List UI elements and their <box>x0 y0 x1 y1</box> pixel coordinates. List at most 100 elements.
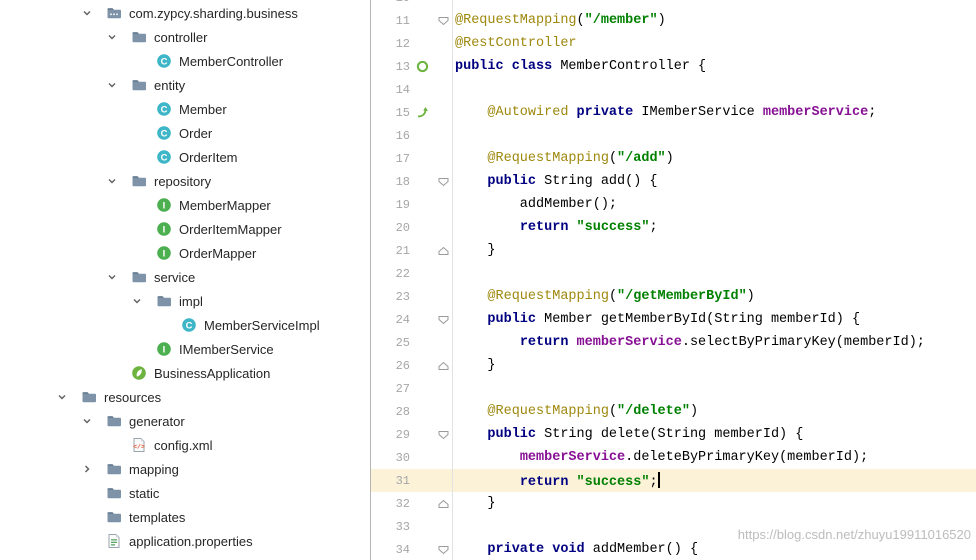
code-line-29[interactable]: 29 public String delete(String memberId)… <box>371 423 976 446</box>
chevron-down-icon[interactable] <box>56 391 81 403</box>
tree-item-businessapplication[interactable]: BusinessApplication <box>0 361 370 385</box>
tree-item-orderitem[interactable]: C OrderItem <box>0 145 370 169</box>
line-number: 22 <box>395 266 410 281</box>
code-line-11[interactable]: 11 @RequestMapping("/member") <box>371 9 976 32</box>
code-line-25[interactable]: 25 return memberService.selectByPrimaryK… <box>371 331 976 354</box>
tree-item-member[interactable]: C Member <box>0 97 370 121</box>
tree-item-entity[interactable]: entity <box>0 73 370 97</box>
chevron-right-icon[interactable] <box>81 463 106 475</box>
tree-item-resources[interactable]: resources <box>0 385 370 409</box>
spring-autowired-icon[interactable] <box>410 106 434 119</box>
tree-item-application-properties[interactable]: application.properties <box>0 529 370 553</box>
code-line-13[interactable]: 13 public class MemberController { <box>371 55 976 78</box>
class-icon: C <box>156 125 174 141</box>
chevron-down-icon[interactable] <box>106 31 131 43</box>
code-line-24[interactable]: 24 public Member getMemberById(String me… <box>371 308 976 331</box>
chevron-down-icon[interactable] <box>81 415 106 427</box>
tree-item-membercontroller[interactable]: C MemberController <box>0 49 370 73</box>
code-line-16[interactable]: 16 <box>371 124 976 147</box>
tree-item-label: impl <box>179 293 203 309</box>
tree-item-label: Order <box>179 125 213 141</box>
chevron-down-icon[interactable] <box>106 79 131 91</box>
tree-item-label: resources <box>104 389 162 405</box>
tree-item-label: OrderMapper <box>179 245 257 261</box>
chevron-down-icon[interactable] <box>106 175 131 187</box>
code-line-15[interactable]: 15 @Autowired private IMemberService mem… <box>371 101 976 124</box>
code-line-19[interactable]: 19 addMember(); <box>371 193 976 216</box>
folder-icon <box>106 461 124 477</box>
code-line-30[interactable]: 30 memberService.deleteByPrimaryKey(memb… <box>371 446 976 469</box>
fold-up-icon[interactable] <box>434 499 452 509</box>
code-line-10[interactable]: 10 <box>371 0 976 9</box>
svg-text:</>: </> <box>133 444 145 451</box>
code-line-18[interactable]: 18 public String add() { <box>371 170 976 193</box>
fold-up-icon[interactable] <box>434 361 452 371</box>
chevron-down-icon[interactable] <box>131 295 156 307</box>
code-line-31[interactable]: 31 return "success"; <box>371 469 976 492</box>
interface-icon: I <box>156 341 174 357</box>
line-number: 14 <box>395 82 410 97</box>
code-line-21[interactable]: 21 } <box>371 239 976 262</box>
fold-up-icon[interactable] <box>434 246 452 256</box>
code-text: memberService.deleteByPrimaryKey(memberI… <box>519 450 869 465</box>
tree-item-templates[interactable]: templates <box>0 505 370 529</box>
svg-text:I: I <box>163 248 166 259</box>
chevron-down-icon[interactable] <box>81 7 106 19</box>
svg-text:C: C <box>161 56 168 67</box>
svg-text:C: C <box>186 320 193 331</box>
gutter-divider <box>452 0 453 560</box>
tree-item-order[interactable]: C Order <box>0 121 370 145</box>
fold-down-icon[interactable] <box>434 545 452 555</box>
code-line-17[interactable]: 17 @RequestMapping("/add") <box>371 147 976 170</box>
tree-item-partial[interactable] <box>0 553 370 560</box>
code-text: public String add() { <box>487 174 658 189</box>
line-number: 15 <box>395 105 410 120</box>
spring-bean-icon[interactable] <box>410 60 434 73</box>
tree-item-label: templates <box>129 509 186 525</box>
code-line-22[interactable]: 22 <box>371 262 976 285</box>
tree-item-label: controller <box>154 29 208 45</box>
fold-down-icon[interactable] <box>434 177 452 187</box>
tree-item-label: MemberMapper <box>179 197 271 213</box>
line-number: 10 <box>371 0 410 5</box>
tree-item-controller[interactable]: controller <box>0 25 370 49</box>
tree-item-mapping[interactable]: mapping <box>0 457 370 481</box>
tree-item-repository[interactable]: repository <box>0 169 370 193</box>
code-text: return "success"; <box>519 220 658 235</box>
tree-item-generator[interactable]: generator <box>0 409 370 433</box>
class-icon: C <box>156 53 174 69</box>
tree-item-ordermapper[interactable]: I OrderMapper <box>0 241 370 265</box>
line-number: 33 <box>395 519 410 534</box>
chevron-down-icon[interactable] <box>106 271 131 283</box>
code-line-27[interactable]: 27 <box>371 377 976 400</box>
tree-item-config-xml[interactable]: </> config.xml <box>0 433 370 457</box>
line-number: 28 <box>395 404 410 419</box>
tree-item-impl[interactable]: impl <box>0 289 370 313</box>
tree-item-orderitemmapper[interactable]: I OrderItemMapper <box>0 217 370 241</box>
line-number: 19 <box>395 197 410 212</box>
fold-down-icon[interactable] <box>434 430 452 440</box>
tree-item-static[interactable]: static <box>0 481 370 505</box>
tree-item-imemberservice[interactable]: I IMemberService <box>0 337 370 361</box>
tree-item-membermapper[interactable]: I MemberMapper <box>0 193 370 217</box>
tree-item-label: application.properties <box>129 533 253 549</box>
code-line-28[interactable]: 28 @RequestMapping("/delete") <box>371 400 976 423</box>
code-editor[interactable]: 10 11 @RequestMapping("/member") 12 @RestCon… <box>370 0 976 560</box>
line-number: 26 <box>395 358 410 373</box>
code-line-26[interactable]: 26 } <box>371 354 976 377</box>
code-line-32[interactable]: 32 } <box>371 492 976 515</box>
folder-icon <box>131 77 149 93</box>
svg-text:I: I <box>163 344 166 355</box>
tree-item-memberserviceimpl[interactable]: C MemberServiceImpl <box>0 313 370 337</box>
code-line-23[interactable]: 23 @RequestMapping("/getMemberById") <box>371 285 976 308</box>
fold-down-icon[interactable] <box>434 315 452 325</box>
tree-item-label: generator <box>129 413 185 429</box>
folder-icon <box>131 173 149 189</box>
code-line-20[interactable]: 20 return "success"; <box>371 216 976 239</box>
code-line-12[interactable]: 12 @RestController <box>371 32 976 55</box>
code-line-14[interactable]: 14 <box>371 78 976 101</box>
tree-item-com-zypcy-sharding-business[interactable]: com.zypcy.sharding.business <box>0 1 370 25</box>
tree-item-label: Member <box>179 101 227 117</box>
fold-down-icon[interactable] <box>434 16 452 26</box>
tree-item-service[interactable]: service <box>0 265 370 289</box>
